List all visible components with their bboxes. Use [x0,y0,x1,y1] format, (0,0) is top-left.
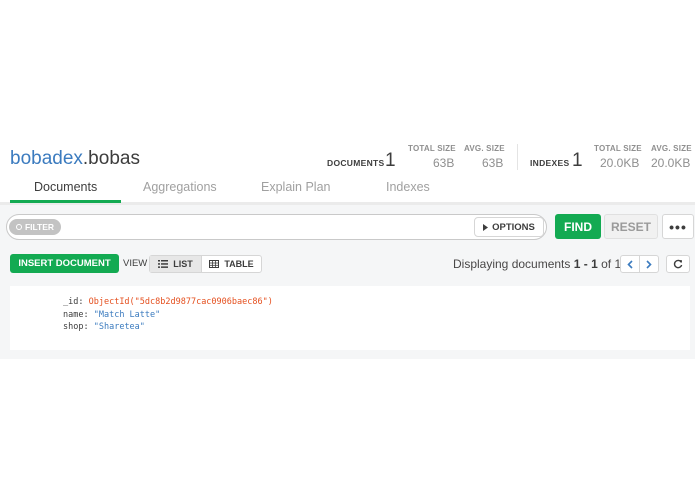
list-view-label: LIST [173,259,193,269]
previous-page-button[interactable] [620,255,640,273]
tab-bar: Documents Aggregations Explain Plan Inde… [0,174,695,205]
filter-label: FILTER [24,222,55,232]
database-name[interactable]: bobadex [10,148,83,169]
pagination-range: 1 - 1 [573,257,598,271]
documents-avg-size-label: AVG. SIZE [464,144,505,153]
field-value[interactable]: "Match Latte" [94,310,161,320]
find-button[interactable]: FIND [555,214,601,239]
documents-total-size-value: 63B [433,156,455,170]
options-button[interactable]: OPTIONS [474,217,544,237]
tab-indexes[interactable]: Indexes [386,180,430,194]
active-tab-indicator [10,200,121,203]
stats-divider [517,144,518,170]
next-page-button[interactable] [639,255,659,273]
indexes-total-size-value: 20.0KB [600,156,640,170]
namespace-title: bobadex.bobas [10,148,140,170]
filter-label-pill: FILTER [9,219,61,235]
table-grid-icon [209,260,220,268]
table-view-label: TABLE [224,259,254,269]
pagination-of: of [597,257,615,271]
field-value[interactable]: "Sharetea" [94,322,145,332]
field-key: name [63,310,84,320]
pagination-summary: Displaying documents 1 - 1 of 1 [453,257,621,271]
documents-avg-size-value: 63B [482,156,504,170]
list-view-button[interactable]: LIST [150,256,202,272]
field-value[interactable]: ObjectId("5dc8b2d9877cac0906baec86") [89,297,273,307]
field-key: shop [63,322,84,332]
tab-aggregations[interactable]: Aggregations [143,180,217,194]
table-view-button[interactable]: TABLE [202,256,261,272]
refresh-icon [673,259,683,269]
refresh-button[interactable] [666,255,690,273]
indexes-total-size-label: TOTAL SIZE [594,144,642,153]
view-label: VIEW [123,258,148,269]
caret-right-icon [483,223,489,231]
collection-name: .bobas [82,148,140,169]
options-label: OPTIONS [492,221,535,233]
insert-document-button[interactable]: INSERT DOCUMENT [10,254,119,273]
chevron-right-icon [646,259,652,269]
indexes-count: 1 [572,150,583,171]
tab-explain-plan[interactable]: Explain Plan [261,180,331,194]
list-icon [158,260,169,268]
tab-documents[interactable]: Documents [34,180,97,194]
documents-total-size-label: TOTAL SIZE [408,144,456,153]
field-key: _id [63,297,79,307]
document-field-id: _id: ObjectId("5dc8b2d9877cac0906baec86"… [63,297,273,307]
chevron-left-icon [627,259,633,269]
indexes-avg-size-label: AVG. SIZE [651,144,692,153]
collection-header: bobadex.bobas TOTAL SIZE 63B AVG. SIZE 6… [0,138,695,174]
documents-count: 1 [385,150,396,171]
indexes-label: INDEXES [530,158,570,168]
more-options-button[interactable]: ••• [662,214,694,239]
reset-button[interactable]: RESET [604,214,658,239]
documents-label: DOCUMENTS [327,158,385,168]
pagination-prefix: Displaying documents [453,257,574,271]
view-toggle-group: LIST TABLE [149,255,262,273]
filter-input[interactable] [6,214,547,240]
indexes-avg-size-value: 20.0KB [651,156,691,170]
document-field-name: name: "Match Latte" [63,310,161,320]
filter-dot-icon [15,224,22,230]
document-field-shop: shop: "Sharetea" [63,322,145,332]
